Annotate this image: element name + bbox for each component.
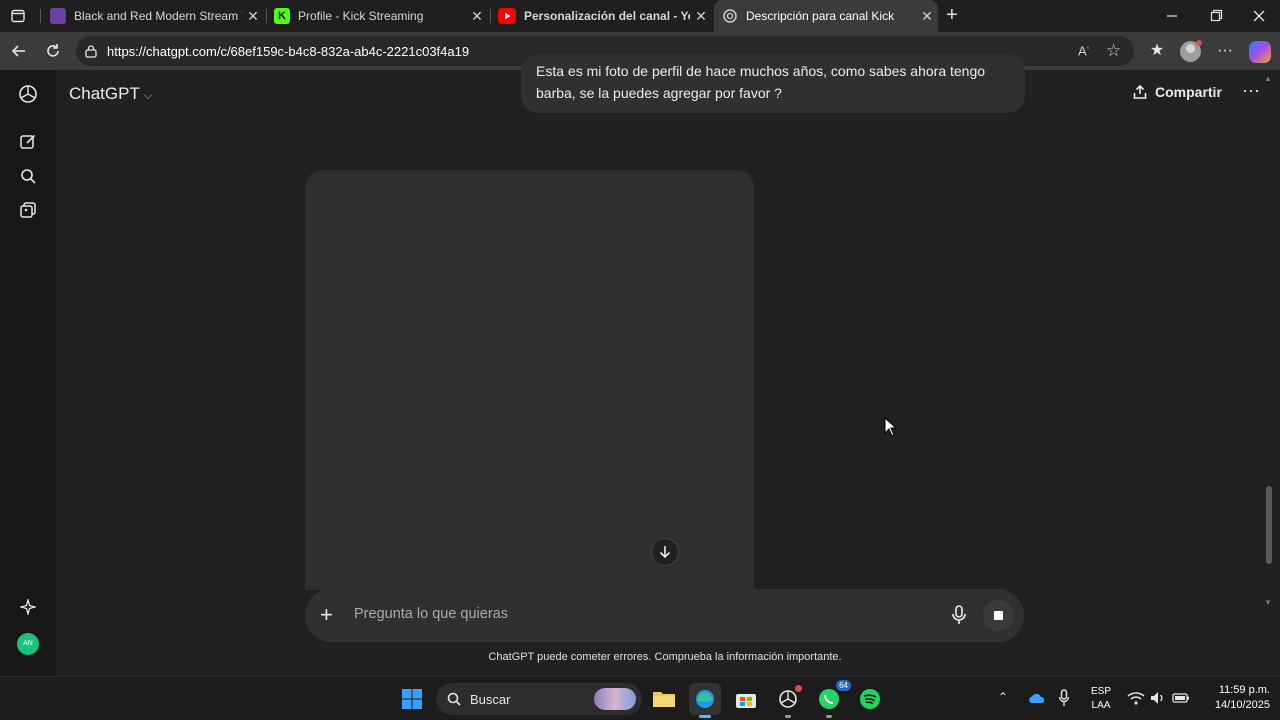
wifi-icon[interactable] bbox=[1127, 690, 1145, 711]
library-icon[interactable] bbox=[14, 196, 42, 224]
volume-icon[interactable] bbox=[1150, 690, 1166, 711]
battery-icon[interactable] bbox=[1172, 691, 1190, 709]
scrollbar-up-arrow-icon[interactable]: ▲ bbox=[1264, 74, 1272, 83]
microphone-tray-icon[interactable] bbox=[1058, 689, 1070, 712]
openai-logo-icon[interactable] bbox=[14, 80, 42, 108]
taskbar-search[interactable]: Buscar bbox=[436, 683, 642, 715]
new-chat-icon[interactable] bbox=[14, 128, 42, 156]
tab-actions-icon[interactable] bbox=[10, 8, 26, 24]
share-button[interactable]: Compartir bbox=[1132, 84, 1222, 100]
close-tab-icon[interactable]: ✕ bbox=[242, 8, 264, 25]
lang-line2: LAA bbox=[1091, 700, 1111, 711]
file-explorer-icon[interactable] bbox=[648, 683, 680, 715]
model-selector[interactable]: ChatGPT ⌵ bbox=[69, 84, 152, 104]
spotify-icon[interactable] bbox=[854, 683, 886, 715]
close-window-icon[interactable] bbox=[1249, 8, 1269, 24]
profile-avatar-icon[interactable] bbox=[1180, 40, 1202, 62]
search-label: Buscar bbox=[470, 692, 511, 707]
browser-tab[interactable]: Black and Red Modern Stream Tw ✕ bbox=[42, 0, 264, 32]
favorite-star-icon[interactable]: ☆ bbox=[1106, 41, 1121, 61]
user-message-bubble: Esta es mi foto de perfil de hace muchos… bbox=[521, 54, 1025, 113]
prompt-input[interactable]: Pregunta lo que quieras bbox=[354, 606, 508, 622]
arrow-down-icon bbox=[659, 546, 671, 559]
search-highlight-icon bbox=[594, 688, 636, 710]
stop-icon bbox=[994, 611, 1003, 620]
scrollbar-thumb[interactable] bbox=[1266, 486, 1272, 564]
stop-generating-button[interactable] bbox=[983, 600, 1014, 631]
show-hidden-icons-icon[interactable]: ⌃ bbox=[998, 690, 1008, 704]
whatsapp-badge: 64 bbox=[836, 680, 851, 691]
windows-start-icon[interactable] bbox=[396, 683, 428, 715]
favorites-icon[interactable]: ★ bbox=[1142, 36, 1172, 66]
sidebar-rail: AN bbox=[0, 70, 56, 676]
tab-title: Personalización del canal - YouTu bbox=[524, 9, 690, 23]
generating-image-placeholder bbox=[305, 170, 754, 590]
clock-time: 11:59 p.m. bbox=[1218, 684, 1270, 696]
whatsapp-icon[interactable]: 64 bbox=[813, 680, 851, 718]
disclaimer: ChatGPT puede cometer errores. Comprueba… bbox=[488, 651, 842, 663]
clock-date: 14/10/2025 bbox=[1214, 699, 1270, 711]
lang-line1: ESP bbox=[1090, 686, 1111, 697]
browser-tab[interactable]: Personalización del canal - YouTu ✕ bbox=[490, 0, 712, 32]
system-clock[interactable]: 11:59 p.m. 14/10/2025 bbox=[1200, 683, 1270, 713]
canva-favicon-icon bbox=[50, 8, 66, 24]
windows-taskbar: Buscar 64 ⌃ ESP LAA 11:59 p.m. 14/10/202… bbox=[0, 676, 1280, 720]
new-tab-icon[interactable]: + bbox=[946, 4, 966, 26]
microsoft-store-icon[interactable] bbox=[730, 683, 762, 715]
chatgpt-app: AN ChatGPT ⌵ Esta es mi foto de perfil de… bbox=[0, 54, 1280, 676]
search-icon bbox=[447, 692, 461, 706]
url-text: https://chatgpt.com/c/68ef159c-b4c8-832a… bbox=[107, 44, 470, 59]
settings-more-icon[interactable]: ··· bbox=[1210, 36, 1240, 66]
mouse-cursor-icon bbox=[884, 417, 898, 437]
chatgpt-app-icon[interactable] bbox=[772, 683, 804, 718]
share-label: Compartir bbox=[1155, 84, 1222, 100]
youtube-favicon-icon bbox=[498, 8, 516, 24]
chevron-down-icon: ⌵ bbox=[143, 90, 153, 102]
reload-icon[interactable] bbox=[38, 36, 68, 66]
browser-tab[interactable]: K Profile - Kick Streaming ✕ bbox=[266, 0, 488, 32]
close-tab-icon[interactable]: ✕ bbox=[690, 8, 712, 25]
browser-tab-active[interactable]: Descripción para canal Kick ✕ bbox=[714, 0, 938, 32]
edge-browser-icon[interactable] bbox=[689, 683, 721, 718]
back-icon[interactable] bbox=[4, 36, 34, 66]
composer: + Pregunta lo que quieras bbox=[305, 589, 1024, 642]
tab-title: Black and Red Modern Stream Tw bbox=[74, 9, 242, 23]
chatgpt-favicon-icon bbox=[722, 8, 738, 24]
restore-icon[interactable] bbox=[1206, 8, 1226, 24]
site-info-icon[interactable] bbox=[84, 44, 98, 58]
scrollbar-down-arrow-icon[interactable]: ▼ bbox=[1264, 598, 1272, 607]
input-language-indicator[interactable]: ESP LAA bbox=[1088, 685, 1114, 713]
user-message-text: Esta es mi foto de perfil de hace muchos… bbox=[536, 63, 986, 101]
close-tab-icon[interactable]: ✕ bbox=[466, 8, 488, 25]
read-aloud-icon[interactable]: A◦ bbox=[1078, 43, 1090, 58]
kick-favicon-icon: K bbox=[274, 8, 290, 24]
tab-title: Descripción para canal Kick bbox=[746, 9, 895, 23]
sparkle-upgrade-icon[interactable] bbox=[14, 593, 42, 621]
close-tab-icon[interactable]: ✕ bbox=[916, 8, 938, 25]
model-label: ChatGPT bbox=[69, 84, 140, 103]
share-icon bbox=[1133, 84, 1147, 99]
minimize-icon[interactable] bbox=[1162, 8, 1182, 24]
attach-plus-icon[interactable]: + bbox=[320, 602, 333, 628]
copilot-icon[interactable] bbox=[1249, 41, 1271, 63]
browser-tab-strip: Black and Red Modern Stream Tw ✕ K Profi… bbox=[0, 0, 1280, 32]
microphone-icon[interactable] bbox=[948, 603, 970, 627]
scroll-down-button[interactable] bbox=[651, 538, 679, 566]
more-options-icon[interactable]: ··· bbox=[1242, 80, 1260, 101]
tab-title: Profile - Kick Streaming bbox=[298, 9, 424, 23]
onedrive-icon[interactable] bbox=[1027, 691, 1045, 709]
search-chats-icon[interactable] bbox=[14, 162, 42, 190]
